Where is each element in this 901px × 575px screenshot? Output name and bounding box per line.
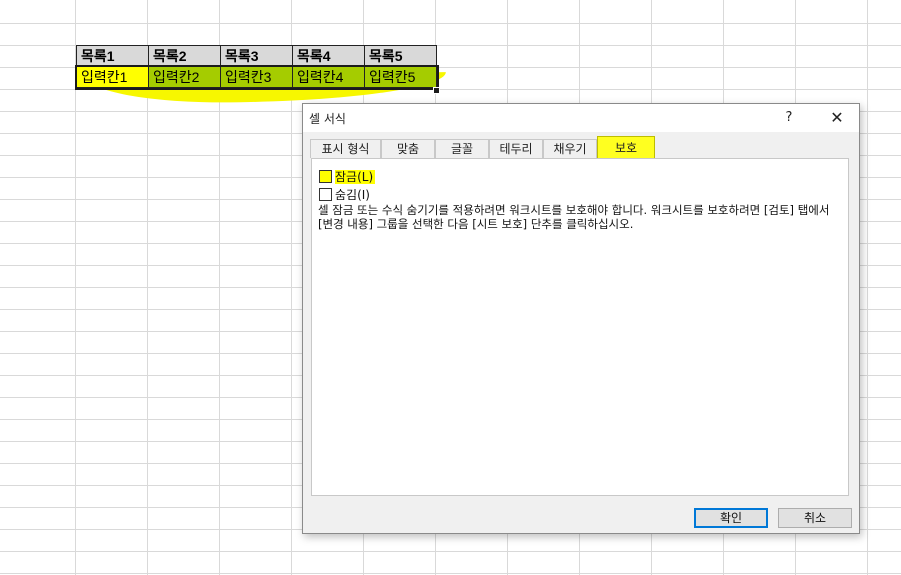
header-cell[interactable]: 목록1 xyxy=(76,45,149,67)
dialog-title: 셀 서식 xyxy=(309,112,346,126)
input-cell[interactable]: 입력칸5 xyxy=(364,66,437,88)
help-button[interactable]: ? xyxy=(777,107,801,129)
format-cells-dialog: 셀 서식 ? ✕ 표시 형식 맞춤 글꼴 테두리 채우기 보호 잠금(L) 숨김… xyxy=(302,103,860,534)
locked-checkbox[interactable]: 잠금(L) xyxy=(319,168,376,184)
fill-handle[interactable] xyxy=(433,87,440,94)
input-cell[interactable]: 입력칸3 xyxy=(220,66,293,88)
tab-protection[interactable]: 보호 xyxy=(597,136,655,159)
header-cell[interactable]: 목록5 xyxy=(364,45,437,67)
input-cell[interactable]: 입력칸2 xyxy=(148,66,221,88)
protection-panel: 잠금(L) 숨김(I) 셀 잠금 또는 수식 숨기기를 적용하려면 워크시트를 … xyxy=(311,158,849,496)
input-row: 입력칸1 입력칸2 입력칸3 입력칸4 입력칸5 xyxy=(74,64,439,90)
ok-button[interactable]: 확인 xyxy=(694,508,768,528)
tab-font[interactable]: 글꼴 xyxy=(435,139,489,158)
tab-fill[interactable]: 채우기 xyxy=(543,139,597,158)
header-cell[interactable]: 목록3 xyxy=(220,45,293,67)
dialog-titlebar[interactable]: 셀 서식 ? ✕ xyxy=(303,104,859,132)
hidden-label: 숨김(I) xyxy=(335,188,370,202)
header-cell[interactable]: 목록4 xyxy=(292,45,365,67)
checkbox-box[interactable] xyxy=(319,188,332,201)
input-cell[interactable]: 입력칸4 xyxy=(292,66,365,88)
hidden-checkbox[interactable]: 숨김(I) xyxy=(319,186,370,202)
tab-border[interactable]: 테두리 xyxy=(489,139,543,158)
checkbox-box[interactable] xyxy=(319,170,332,183)
tab-number[interactable]: 표시 형식 xyxy=(310,139,381,158)
locked-label: 잠금(L) xyxy=(335,170,376,184)
protection-description: 셀 잠금 또는 수식 숨기기를 적용하려면 워크시트를 보호해야 합니다. 워크… xyxy=(318,203,830,231)
close-icon[interactable]: ✕ xyxy=(823,107,851,129)
input-cell[interactable]: 입력칸1 xyxy=(76,66,149,88)
tab-alignment[interactable]: 맞춤 xyxy=(381,139,435,158)
header-row: 목록1 목록2 목록3 목록4 목록5 xyxy=(76,45,437,67)
data-table: 목록1 목록2 목록3 목록4 목록5 입력칸1 입력칸2 입력칸3 입력칸4 … xyxy=(74,45,439,90)
header-cell[interactable]: 목록2 xyxy=(148,45,221,67)
cancel-button[interactable]: 취소 xyxy=(778,508,852,528)
